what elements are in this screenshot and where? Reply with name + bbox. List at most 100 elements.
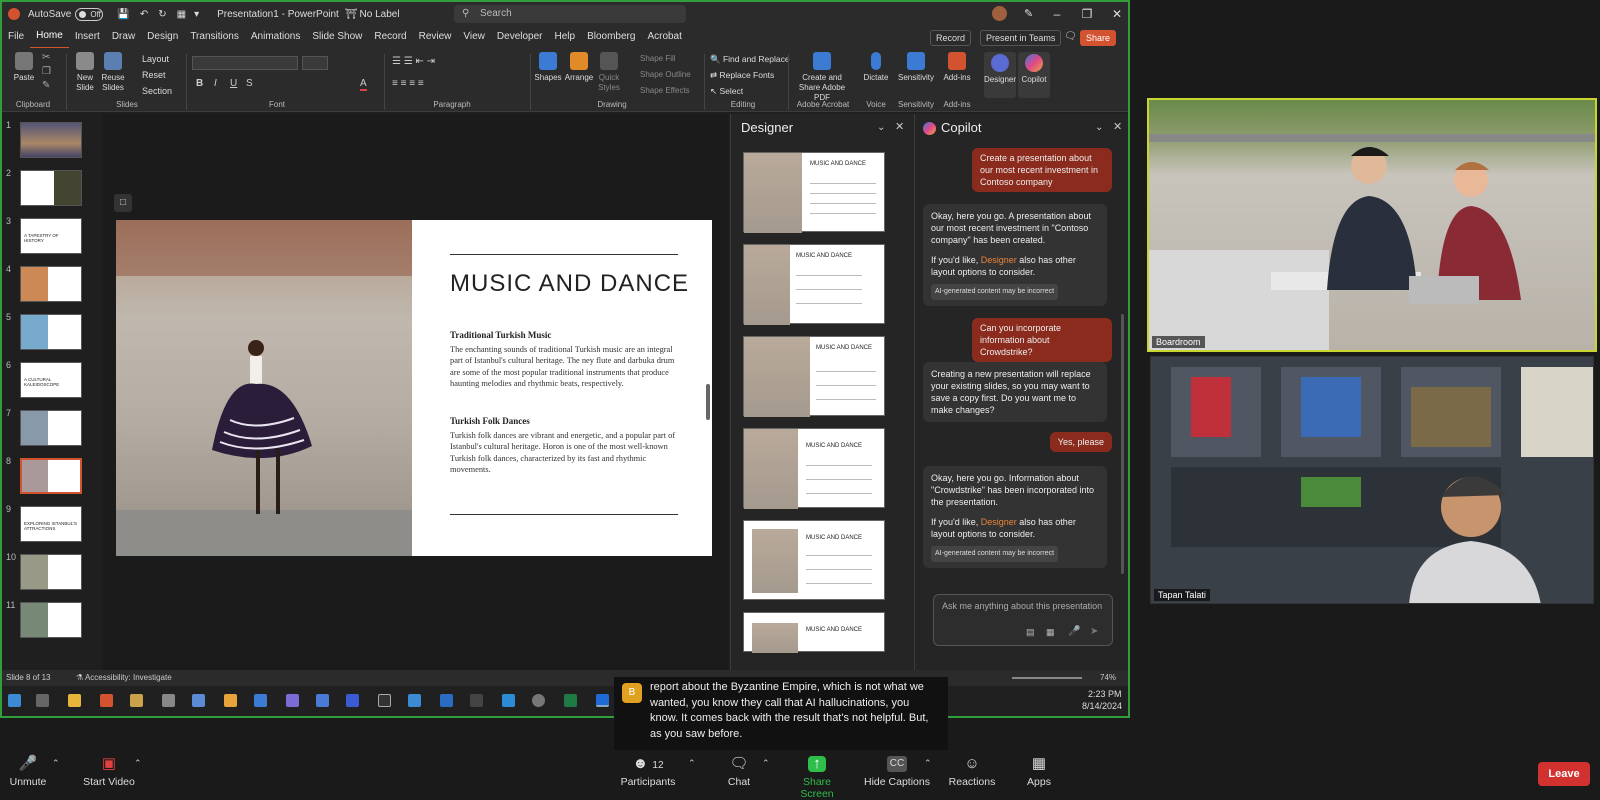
leave-button[interactable]: Leave [1538, 762, 1590, 786]
copilot-scrollbar[interactable] [1121, 314, 1124, 574]
tab-animations[interactable]: Animations [245, 26, 306, 48]
tab-view[interactable]: View [457, 26, 491, 48]
reactions-button[interactable]: ☺ Reactions [948, 756, 996, 789]
undo-icon[interactable]: ↶ [140, 9, 148, 20]
copilot-prompt-input[interactable]: Ask me anything about this presentation … [933, 594, 1113, 646]
unmute-button[interactable]: 🎤 Unmute [8, 756, 48, 789]
chevron-up-icon[interactable]: ⌃ [688, 758, 696, 769]
editor-scrollbar[interactable] [706, 384, 710, 420]
settings-icon[interactable] [532, 694, 545, 707]
app-icon[interactable] [470, 694, 483, 707]
slide-thumb-7[interactable] [20, 410, 82, 446]
reset-button[interactable]: Reset [142, 70, 166, 80]
share-screen-button[interactable]: ↑ Share Screen [786, 756, 848, 800]
restore-icon[interactable]: ❐ [1072, 2, 1102, 26]
slide-options-icon[interactable]: □ [114, 194, 132, 212]
add-ins-button[interactable]: Add-ins [942, 52, 972, 83]
bold-button[interactable]: B [196, 78, 203, 89]
app-icon[interactable] [162, 694, 175, 707]
find-replace-button[interactable]: 🔍 Find and Replace [710, 54, 790, 65]
participants-button[interactable]: ☻ 12 Participants [618, 756, 678, 789]
app-icon[interactable] [100, 694, 113, 707]
close-icon[interactable]: ✕ [1113, 120, 1122, 133]
apps-button[interactable]: ▦ Apps [1022, 756, 1056, 789]
taskbar-date[interactable]: 8/14/2024 [1082, 701, 1122, 711]
shape-fill-button[interactable]: Shape Fill [640, 54, 676, 63]
slide-thumb-11[interactable] [20, 602, 82, 638]
new-slide-button[interactable]: New Slide [72, 52, 98, 93]
minimize-icon[interactable]: – [1042, 2, 1072, 26]
redo-icon[interactable]: ↻ [158, 9, 166, 20]
chevron-up-icon[interactable]: ⌃ [762, 758, 770, 769]
app-icon[interactable] [316, 694, 329, 707]
designer-link[interactable]: Designer [981, 255, 1017, 265]
chevron-up-icon[interactable]: ⌃ [52, 758, 60, 769]
file-explorer-icon[interactable] [68, 694, 81, 707]
user-avatar[interactable] [992, 6, 1007, 21]
select-button[interactable]: ↖ Select [710, 86, 743, 97]
chevron-down-icon[interactable]: ⌄ [1095, 122, 1103, 133]
create-share-pdf-button[interactable]: Create and Share Adobe PDF [792, 52, 852, 103]
design-option-card[interactable]: MUSIC AND DANCE [743, 520, 885, 600]
tab-draw[interactable]: Draw [106, 26, 141, 48]
underline-button[interactable]: U [230, 78, 237, 89]
slide-thumb-4[interactable] [20, 266, 82, 302]
close-icon[interactable]: ✕ [1102, 2, 1128, 26]
sensitivity-button[interactable]: Sensitivity [896, 52, 936, 83]
copy-icon[interactable]: ❐ [42, 66, 51, 77]
chevron-down-icon[interactable]: ⌄ [877, 122, 885, 133]
design-option-card[interactable]: MUSIC AND DANCE [743, 152, 885, 233]
slide-title[interactable]: MUSIC AND DANCE [450, 270, 689, 298]
comments-icon[interactable]: 🗨 [1064, 31, 1077, 42]
task-view-icon[interactable] [36, 694, 49, 707]
slide-thumb-6[interactable]: A CULTURAL KALEIDOSCOPE [20, 362, 82, 398]
chevron-up-icon[interactable]: ⌃ [924, 758, 932, 769]
slide-heading-1[interactable]: Traditional Turkish Music [450, 330, 551, 340]
zoom-slider[interactable] [1012, 677, 1082, 679]
slide-thumb-9[interactable]: EXPLORING ISTANBUL'S ATTRACTIONS [20, 506, 82, 542]
copilot-button[interactable]: Copilot [1018, 52, 1050, 98]
zoom-level[interactable]: 74% [1100, 670, 1116, 686]
tab-file[interactable]: File [2, 26, 30, 48]
slide-thumb-1[interactable] [20, 122, 82, 158]
tab-help[interactable]: Help [549, 26, 582, 48]
design-option-card[interactable]: MUSIC AND DANCE [743, 428, 885, 509]
replace-fonts-button[interactable]: ⇄ Replace Fonts [710, 70, 774, 81]
slide-thumb-2[interactable] [20, 170, 82, 206]
outlook-icon[interactable] [596, 694, 609, 707]
sensitivity-label[interactable]: No Label [360, 9, 400, 20]
design-option-card[interactable]: MUSIC AND DANCE [743, 336, 885, 417]
designer-button[interactable]: Designer [984, 52, 1016, 98]
close-icon[interactable]: ✕ [895, 120, 904, 133]
record-button[interactable]: Record [930, 30, 972, 46]
paste-button[interactable]: Paste [10, 52, 38, 83]
present-from-start-icon[interactable]: ▦ [177, 9, 186, 20]
app-icon[interactable] [254, 694, 267, 707]
slide-paragraph-2[interactable]: Turkish folk dances are vibrant and ener… [450, 430, 678, 476]
prompt-guide-icon[interactable]: ▦ [1046, 627, 1055, 638]
font-size-select[interactable] [302, 56, 328, 70]
tab-design[interactable]: Design [141, 26, 184, 48]
search-box[interactable]: ⚲ Search [454, 5, 686, 23]
hide-captions-button[interactable]: CC Hide Captions [864, 756, 930, 788]
slide-counter[interactable]: Slide 8 of 13 [6, 670, 50, 686]
quick-styles-button[interactable]: Quick Styles [596, 52, 622, 93]
app-icon[interactable] [408, 694, 421, 707]
shapes-button[interactable]: Shapes [534, 52, 562, 83]
cut-icon[interactable]: ✂ [42, 52, 50, 63]
bullets-icon[interactable]: ☰ ☰ ⇤ ⇥ [392, 56, 435, 67]
layout-button[interactable]: Layout [142, 54, 169, 64]
app-icon[interactable] [346, 694, 359, 707]
start-video-button[interactable]: ▣ Start Video [80, 756, 138, 789]
app-icon[interactable] [224, 694, 237, 707]
font-family-select[interactable] [192, 56, 298, 70]
designer-link[interactable]: Designer [981, 517, 1017, 527]
excel-icon[interactable] [564, 694, 577, 707]
save-icon[interactable]: 💾 [117, 9, 129, 20]
accessibility-status[interactable]: ⚗ Accessibility: Investigate [76, 670, 172, 686]
app-icon[interactable] [286, 694, 299, 707]
send-icon[interactable]: ➤ [1090, 626, 1098, 637]
tab-record[interactable]: Record [368, 26, 412, 48]
autosave-toggle[interactable]: Off [75, 7, 104, 21]
section-button[interactable]: Section [142, 86, 172, 96]
